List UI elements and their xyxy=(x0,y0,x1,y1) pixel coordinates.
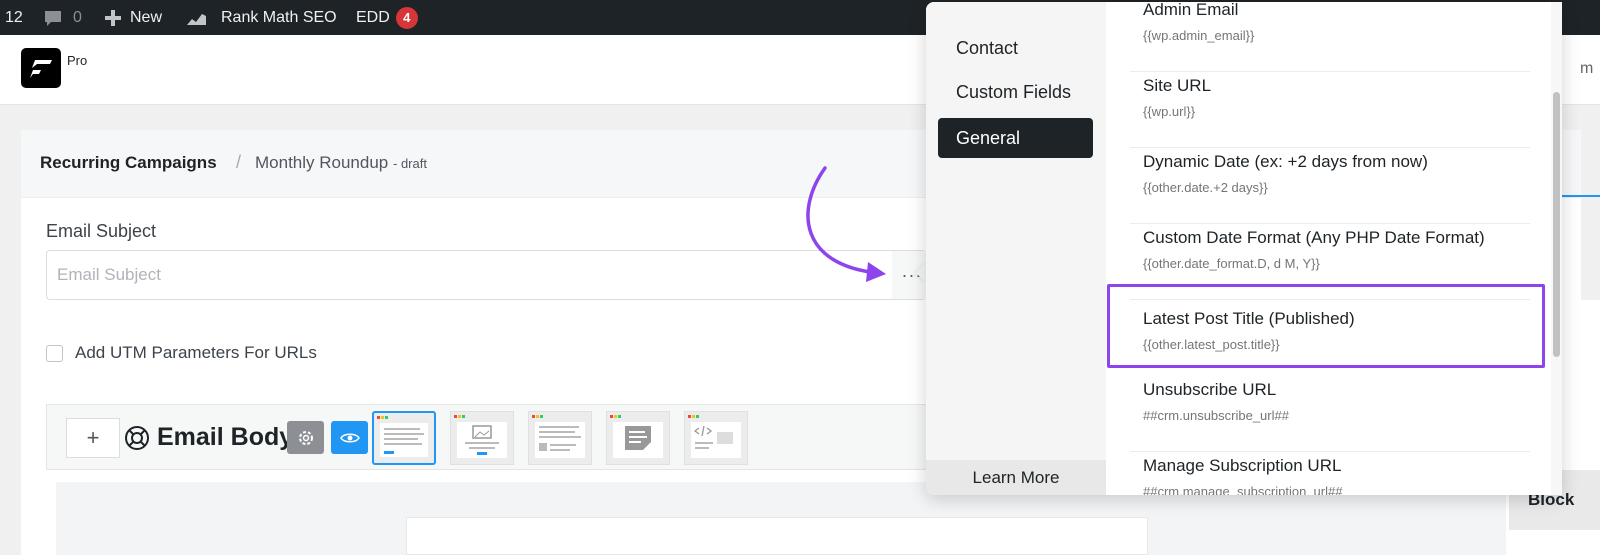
template-thumb-sidebar[interactable] xyxy=(528,411,592,465)
new-label: New xyxy=(130,8,163,26)
template-thumb-plain[interactable] xyxy=(372,411,436,465)
smart-code-admin-email[interactable]: Admin Email {{wp.admin_email}} xyxy=(1130,2,1530,72)
smart-code-title: Unsubscribe URL xyxy=(1143,380,1277,399)
updates-link[interactable]: 12 xyxy=(5,0,23,35)
template-plain-icon xyxy=(377,416,428,457)
smart-code-manage-subscription-url[interactable]: Manage Subscription URL ##crm.manage_sub… xyxy=(1130,452,1530,495)
smart-code-title: Manage Subscription URL xyxy=(1143,456,1342,475)
template-note-icon xyxy=(610,415,663,458)
email-subject-label: Email Subject xyxy=(46,221,157,241)
smart-code-dynamic-date[interactable]: Dynamic Date (ex: +2 days from now) {{ot… xyxy=(1130,148,1530,224)
new-content-link[interactable]: New xyxy=(104,0,162,35)
eye-icon xyxy=(339,433,360,442)
edd-link[interactable]: EDD 4 xyxy=(356,0,418,35)
smart-code-value: {{other.latest_post.title}} xyxy=(1143,337,1280,352)
rank-math-label: Rank Math SEO xyxy=(221,8,337,26)
lifebuoy-icon[interactable] xyxy=(124,425,150,451)
annotation-arrow-icon xyxy=(806,166,886,282)
comment-icon xyxy=(45,10,61,26)
email-body-title: Email Body xyxy=(157,423,294,451)
smart-code-value: {{wp.admin_email}} xyxy=(1143,28,1255,43)
settings-tab-indicator xyxy=(1560,195,1600,197)
breadcrumb-separator: / xyxy=(236,152,242,172)
smart-code-unsubscribe-url[interactable]: Unsubscribe URL ##crm.unsubscribe_url## xyxy=(1130,376,1530,452)
smart-code-value: {{wp.url}} xyxy=(1143,104,1196,119)
category-general[interactable]: General xyxy=(938,118,1093,158)
plus-icon xyxy=(105,9,121,26)
comments-link[interactable]: 0 xyxy=(43,0,82,35)
smart-code-latest-post-title[interactable]: Latest Post Title (Published) {{other.la… xyxy=(1107,284,1545,368)
template-thumb-code[interactable] xyxy=(684,411,748,465)
add-block-button[interactable]: + xyxy=(66,418,120,458)
smart-code-value: {{other.date_format.D, d M, Y}} xyxy=(1143,256,1320,271)
smart-code-value: ##crm.unsubscribe_url## xyxy=(1143,408,1289,423)
fluentcrm-logo[interactable] xyxy=(21,48,61,88)
settings-button[interactable] xyxy=(287,421,324,454)
email-canvas[interactable] xyxy=(406,517,1148,555)
smart-code-title: Admin Email xyxy=(1143,2,1239,19)
edd-badge: 4 xyxy=(395,6,418,29)
smart-code-value: ##crm.manage_subscription_url## xyxy=(1143,484,1343,495)
template-sidebar-icon xyxy=(532,415,585,458)
pro-label: Pro xyxy=(67,53,88,68)
smart-code-list: Admin Email {{wp.admin_email}} Site URL … xyxy=(1106,2,1562,495)
breadcrumb-parent[interactable]: Recurring Campaigns xyxy=(40,153,217,173)
rank-math-icon xyxy=(187,13,206,25)
category-custom-fields[interactable]: Custom Fields xyxy=(938,72,1093,112)
template-thumb-note[interactable] xyxy=(606,411,670,465)
smart-code-site-url[interactable]: Site URL {{wp.url}} xyxy=(1130,72,1530,148)
updates-count: 12 xyxy=(5,8,23,26)
status-badge: - draft xyxy=(393,156,427,171)
popover-scrollbar-thumb[interactable] xyxy=(1553,92,1560,357)
gear-icon xyxy=(298,430,313,445)
campaign-name: Monthly Roundup xyxy=(255,153,389,172)
category-contact[interactable]: Contact xyxy=(938,28,1093,68)
utm-label: Add UTM Parameters For URLs xyxy=(75,343,317,362)
smart-code-title: Custom Date Format (Any PHP Date Format) xyxy=(1143,228,1485,247)
utm-checkbox[interactable] xyxy=(46,345,63,362)
template-code-icon xyxy=(688,415,741,458)
rank-math-link[interactable]: Rank Math SEO xyxy=(185,0,337,35)
preview-button[interactable] xyxy=(331,421,368,454)
smart-code-title: Dynamic Date (ex: +2 days from now) xyxy=(1143,152,1428,171)
smart-codes-popover: Contact Custom Fields General Learn More… xyxy=(926,2,1562,495)
logo-mark-icon xyxy=(30,60,52,78)
template-image-icon xyxy=(454,415,507,458)
smart-code-value: {{other.date.+2 days}} xyxy=(1143,180,1268,195)
smart-code-title: Latest Post Title (Published) xyxy=(1143,309,1355,328)
edd-label: EDD xyxy=(356,8,390,26)
header-edge-text: m xyxy=(1580,60,1594,77)
smart-code-categories: Contact Custom Fields General Learn More xyxy=(926,2,1106,495)
breadcrumb-current: Monthly Roundup - draft xyxy=(255,153,427,173)
template-thumb-image[interactable] xyxy=(450,411,514,465)
learn-more-link[interactable]: Learn More xyxy=(926,460,1106,495)
smart-code-title: Site URL xyxy=(1143,76,1212,95)
comments-count: 0 xyxy=(73,8,82,26)
